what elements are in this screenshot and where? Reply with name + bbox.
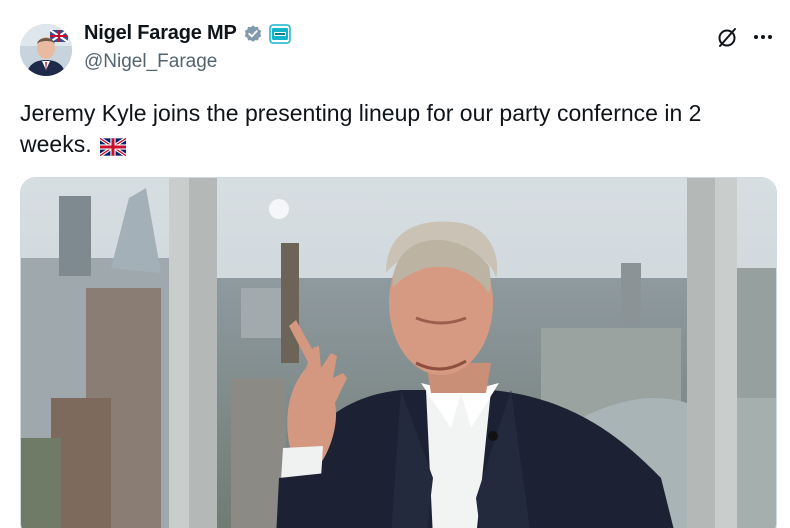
author-name-row: Nigel Farage MP — [84, 22, 291, 45]
tweet-photo[interactable] — [20, 177, 777, 528]
author-handle[interactable]: @Nigel_Farage — [84, 51, 217, 73]
tweet-card: Nigel Farage MP @Nigel_Farage Jeremy Kyl… — [0, 0, 790, 528]
grok-icon[interactable] — [716, 26, 738, 48]
avatar[interactable] — [20, 24, 72, 76]
uk-flag-emoji: 🇬🇧 — [99, 133, 127, 164]
more-options-icon[interactable] — [752, 28, 774, 46]
display-name[interactable]: Nigel Farage MP — [84, 22, 237, 45]
affiliate-badge-icon[interactable] — [268, 23, 291, 44]
tweet-text: Jeremy Kyle joins the presenting lineup … — [20, 98, 760, 164]
verified-badge-icon[interactable] — [243, 24, 263, 44]
